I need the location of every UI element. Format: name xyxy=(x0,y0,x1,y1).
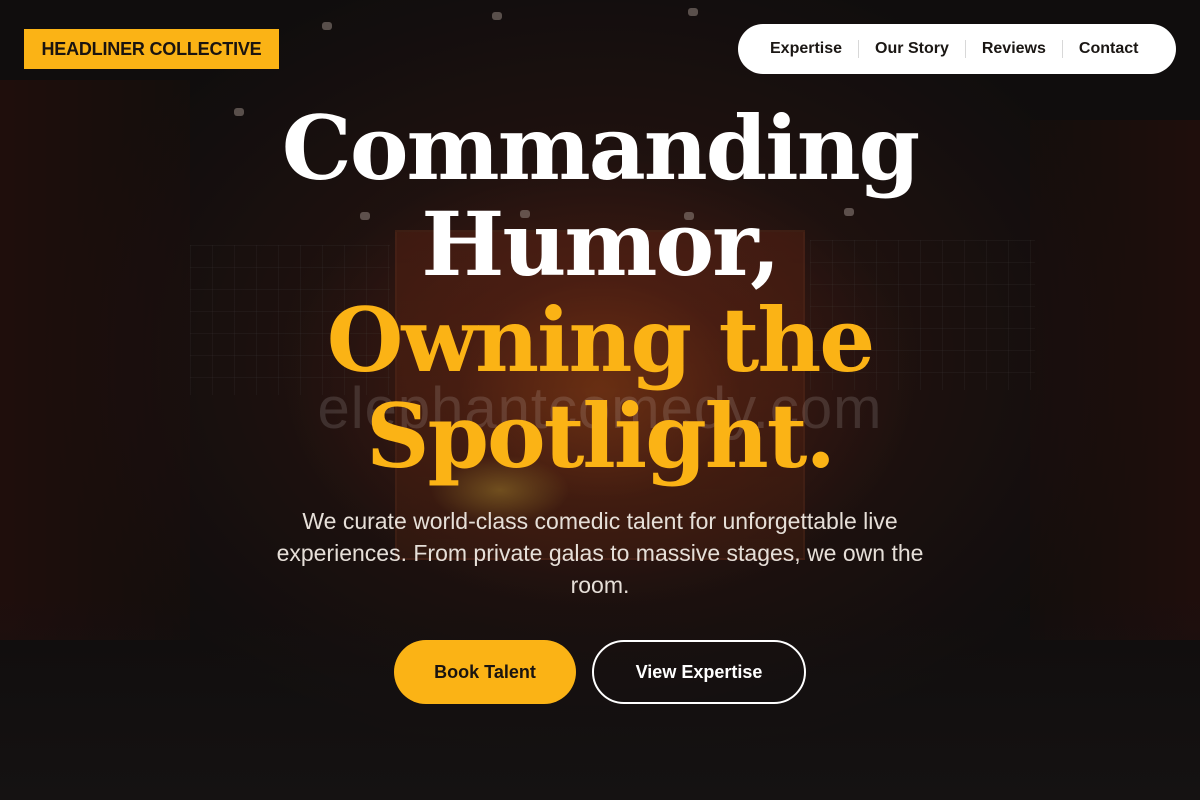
book-talent-button[interactable]: Book Talent xyxy=(394,640,576,704)
view-expertise-button[interactable]: View Expertise xyxy=(592,640,806,704)
headline-line-3: Owning the xyxy=(326,288,876,392)
hero-headline: Commanding Humor, Owning the Spotlight. xyxy=(0,100,1200,484)
nav-item-contact[interactable]: Contact xyxy=(1063,40,1155,58)
brand-logo[interactable]: HEADLINER COLLECTIVE xyxy=(24,29,279,69)
nav-item-reviews[interactable]: Reviews xyxy=(966,40,1063,58)
top-navigation: Expertise Our Story Reviews Contact xyxy=(738,24,1176,74)
headline-line-1: Commanding xyxy=(281,96,920,200)
hero-subtitle: We curate world-class comedic talent for… xyxy=(276,508,924,598)
headline-line-2: Humor, xyxy=(421,192,781,296)
hero-bottom-fade xyxy=(0,600,1200,800)
headline-line-4: Spotlight. xyxy=(365,384,836,488)
nav-item-our-story[interactable]: Our Story xyxy=(859,40,966,58)
nav-item-expertise[interactable]: Expertise xyxy=(754,40,860,58)
